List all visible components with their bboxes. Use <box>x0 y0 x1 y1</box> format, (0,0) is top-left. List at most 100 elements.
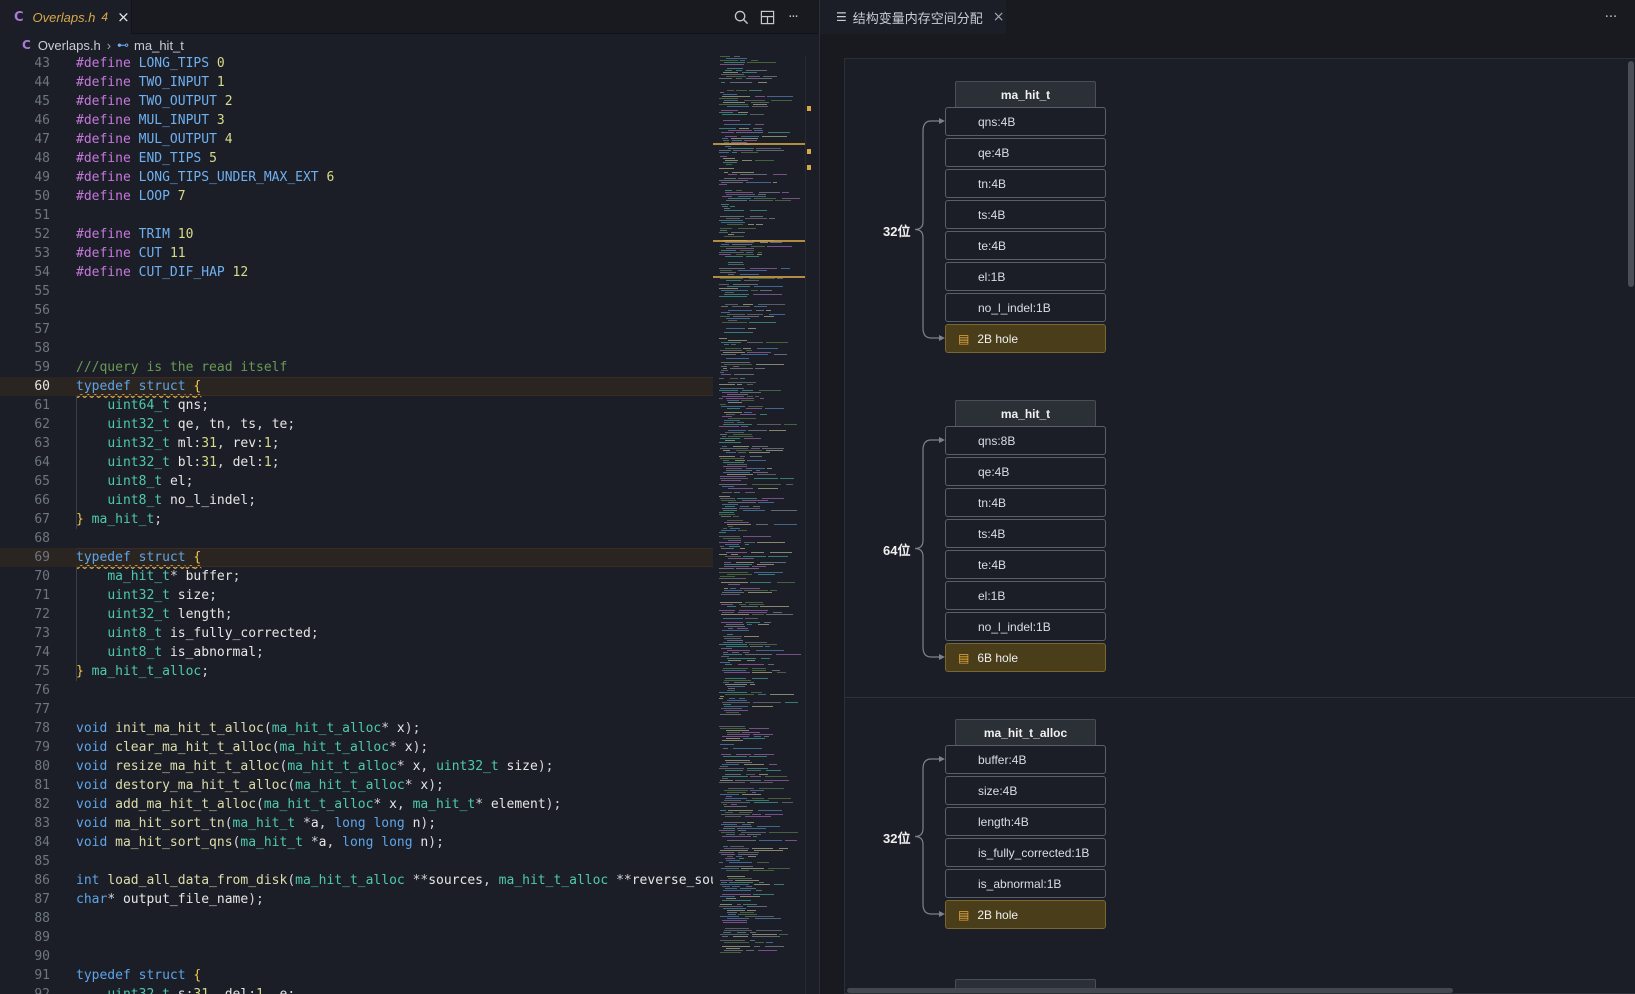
code-line[interactable]: 54 #define CUT_DIF_HAP 12 <box>0 263 713 282</box>
code-line[interactable]: 48 #define END_TIPS 5 <box>0 149 713 168</box>
code-line[interactable]: 51 <box>0 206 713 225</box>
tab-overlaps-h[interactable]: C Overlaps.h 4 × <box>0 0 132 34</box>
minimap-stroke <box>753 294 782 295</box>
close-icon[interactable]: × <box>993 9 1005 25</box>
code-line[interactable]: 85 <box>0 852 713 871</box>
code-line[interactable]: 78 void init_ma_hit_t_alloc(ma_hit_t_allo… <box>0 719 713 738</box>
minimap-stroke <box>741 832 766 833</box>
minimap-stroke <box>748 224 754 225</box>
code-token: TWO_OUTPUT <box>138 94 225 109</box>
code-line[interactable]: 70 ma_hit_t* buffer; <box>0 567 713 586</box>
code-line[interactable]: 69 typedef struct { <box>0 548 713 567</box>
minimap-stroke <box>720 476 746 477</box>
minimap-stroke <box>725 256 743 257</box>
code-line[interactable]: 81 void destory_ma_hit_t_alloc(ma_hit_t_a… <box>0 776 713 795</box>
code-line[interactable]: 67} ma_hit_t; <box>0 510 713 529</box>
editor-scrollbar[interactable] <box>805 56 819 994</box>
code-line[interactable]: 75} ma_hit_t_alloc; <box>0 662 713 681</box>
minimap-stroke <box>756 364 784 365</box>
minimap-stroke <box>742 390 753 391</box>
minimap-stroke <box>726 218 740 219</box>
code-line[interactable]: 79 void clear_ma_hit_t_alloc(ma_hit_t_all… <box>0 738 713 757</box>
code-line[interactable]: 62 uint32_t qe, tn, ts, te; <box>0 415 713 434</box>
minimap-stroke <box>721 802 750 803</box>
code-line[interactable]: 60 typedef struct { <box>0 377 713 396</box>
struct-symbol-icon: ⊷ <box>117 38 130 52</box>
code-token: uint32_t <box>107 588 178 603</box>
code-line[interactable]: 56 <box>0 301 713 320</box>
code-line[interactable]: 68 <box>0 529 713 548</box>
minimap-stroke <box>723 828 735 829</box>
code-line[interactable]: 89 <box>0 928 713 947</box>
code-line[interactable]: 90 <box>0 947 713 966</box>
code-line[interactable]: 59 ///query is the read itself <box>0 358 713 377</box>
code-line[interactable]: 87 char* output_file_name); <box>0 890 713 909</box>
code-line[interactable]: 72 uint32_t length; <box>0 605 713 624</box>
code-line[interactable]: 71 uint32_t size; <box>0 586 713 605</box>
minimap-stroke <box>723 510 737 511</box>
code-line[interactable]: 77 <box>0 700 713 719</box>
minimap-stroke <box>727 474 753 475</box>
minimap-stroke <box>723 890 751 891</box>
minimap-stroke <box>779 934 788 935</box>
code-line[interactable]: 57 <box>0 320 713 339</box>
code-line[interactable]: 66 uint8_t no_l_indel; <box>0 491 713 510</box>
minimap-stroke <box>723 466 747 467</box>
code-line[interactable]: 44 #define TWO_INPUT 1 <box>0 73 713 92</box>
code-line[interactable]: 84 void ma_hit_sort_qns(ma_hit_t *a, long… <box>0 833 713 852</box>
code-line[interactable]: 92 uint32_t s:31, del:1, e; <box>0 985 713 994</box>
code-line[interactable]: 50 #define LOOP 7 <box>0 187 713 206</box>
more-actions-icon[interactable]: ··· <box>780 4 806 30</box>
code-line[interactable]: 46 #define MUL_INPUT 3 <box>0 111 713 130</box>
code-token: ); <box>420 816 437 831</box>
canvas-horizontal-scrollbar[interactable] <box>847 988 1453 993</box>
code-line[interactable]: 76 <box>0 681 713 700</box>
code-line[interactable]: 73 uint8_t is_fully_corrected; <box>0 624 713 643</box>
code-editor[interactable]: C Overlaps.h 4 × ··· C Overlaps.h › ⊷ ma… <box>0 0 819 994</box>
minimap-stroke <box>750 582 771 583</box>
tab-memory-layout[interactable]: ☰ 结构变量内存空间分配 × <box>820 0 1006 34</box>
layout-canvas[interactable]: ma_hit_t qns:4B qe:4B tn:4B ts:4B te:4B el:1B n… <box>844 58 1635 994</box>
code-line[interactable]: 43 #define LONG_TIPS 0 <box>0 56 713 73</box>
code-line[interactable]: 61 uint64_t qns; <box>0 396 713 415</box>
code-line[interactable]: 63 uint32_t ml:31, rev:1; <box>0 434 713 453</box>
minimap-stroke <box>721 594 740 595</box>
code-line[interactable]: 83 void ma_hit_sort_tn(ma_hit_t *a, long … <box>0 814 713 833</box>
code-line[interactable]: 86 int load_all_data_from_disk(ma_hit_t_a… <box>0 871 713 890</box>
minimap-stroke <box>719 572 748 573</box>
minimap-stroke <box>723 748 728 749</box>
code-line[interactable]: 88 <box>0 909 713 928</box>
minimap-stroke <box>727 634 733 635</box>
code-line[interactable]: 80 void resize_ma_hit_t_alloc(ma_hit_t_al… <box>0 757 713 776</box>
code-line[interactable]: 47 #define MUL_OUTPUT 4 <box>0 130 713 149</box>
code-line[interactable]: 65 uint8_t el; <box>0 472 713 491</box>
minimap-stroke <box>757 348 778 349</box>
code-line[interactable]: 64 uint32_t bl:31, del:1; <box>0 453 713 472</box>
split-editor-icon[interactable] <box>754 4 780 30</box>
minimap[interactable] <box>713 56 805 994</box>
minimap-stroke <box>728 174 737 175</box>
code-line[interactable]: 55 <box>0 282 713 301</box>
code-line[interactable]: 52 #define TRIM 10 <box>0 225 713 244</box>
breadcrumb-file[interactable]: Overlaps.h <box>38 38 101 53</box>
code-line[interactable]: 74 uint8_t is_abnormal; <box>0 643 713 662</box>
code-token: uint32_t <box>107 417 178 432</box>
canvas-vertical-scrollbar[interactable] <box>1628 61 1634 287</box>
minimap-stroke <box>749 278 775 279</box>
minimap-stroke <box>728 526 733 527</box>
breadcrumb-symbol[interactable]: ma_hit_t <box>134 38 184 53</box>
code-line[interactable]: 91 typedef struct { <box>0 966 713 985</box>
code-line[interactable]: 49 #define LONG_TIPS_UNDER_MAX_EXT 6 <box>0 168 713 187</box>
code-line[interactable]: 45 #define TWO_OUTPUT 2 <box>0 92 713 111</box>
search-icon[interactable] <box>728 4 754 30</box>
minimap-stroke <box>720 316 730 317</box>
struct-field: qns:8B <box>945 426 1106 455</box>
code-line[interactable]: 53 #define CUT 11 <box>0 244 713 263</box>
close-icon[interactable]: × <box>117 8 130 26</box>
code-area[interactable]: 43 #define LONG_TIPS 0 44 #define TWO_INPUT… <box>0 56 713 994</box>
minimap-stroke <box>723 462 744 463</box>
code-token: ( <box>256 797 264 812</box>
code-line[interactable]: 58 <box>0 339 713 358</box>
more-actions-icon[interactable]: ··· <box>1598 4 1624 30</box>
code-line[interactable]: 82 void add_ma_hit_t_alloc(ma_hit_t_alloc… <box>0 795 713 814</box>
